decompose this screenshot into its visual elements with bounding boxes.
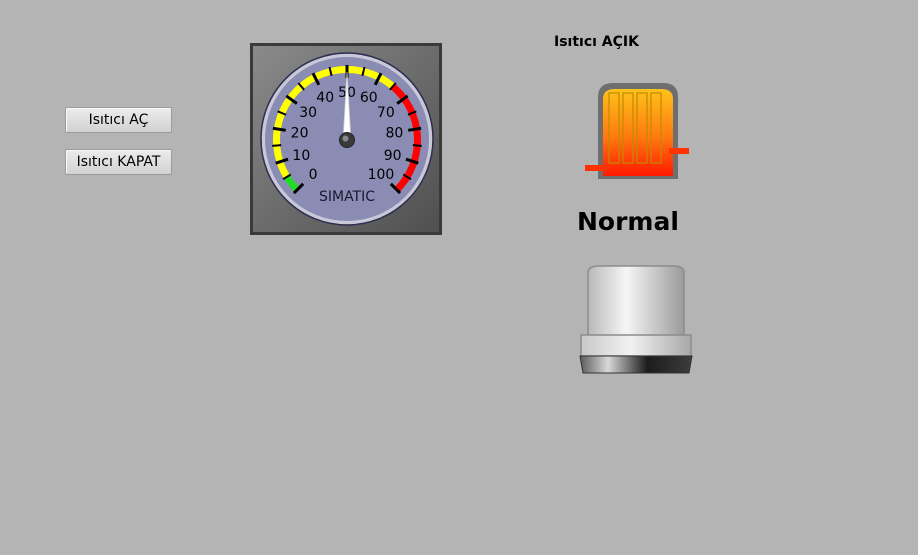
gauge-tick-label: 0 xyxy=(309,167,318,183)
gauge-tick-label: 90 xyxy=(384,148,402,164)
gauge-tick-label: 20 xyxy=(291,125,309,141)
gauge-tick-label: 80 xyxy=(385,125,403,141)
gauge-tick-label: 30 xyxy=(299,105,317,121)
gauge-minor-tick xyxy=(412,144,422,147)
heater-status-label: Isıtıcı AÇIK xyxy=(554,34,639,50)
gauge-tick-label: 100 xyxy=(368,167,395,183)
gauge-major-tick xyxy=(272,126,286,132)
indicator-lamp-icon xyxy=(579,265,693,374)
heater-outlet-pipe xyxy=(669,148,689,154)
state-text: Normal xyxy=(577,207,679,236)
gauge-tick-label: 40 xyxy=(316,90,334,106)
heater-on-button[interactable]: Isıtıcı AÇ xyxy=(65,107,172,133)
heater-inlet-pipe xyxy=(585,165,607,171)
heater-icon xyxy=(585,83,689,179)
gauge-hub-highlight xyxy=(342,135,349,142)
temperature-gauge: 0102030405060708090100 SIMATIC xyxy=(250,43,442,235)
lamp-cap xyxy=(587,265,685,338)
heater-off-button[interactable]: Isıtıcı KAPAT xyxy=(65,149,172,175)
gauge-tick-label: 10 xyxy=(292,148,310,164)
gauge-major-tick xyxy=(408,126,422,132)
gauge-dial: 0102030405060708090100 SIMATIC xyxy=(260,52,434,226)
lamp-base xyxy=(579,355,693,374)
gauge-tick-label: 70 xyxy=(377,105,395,121)
gauge-minor-tick xyxy=(272,144,282,147)
lamp-ring xyxy=(580,334,692,357)
gauge-brand-label: SIMATIC xyxy=(319,189,375,205)
gauge-tick-label: 60 xyxy=(360,90,378,106)
